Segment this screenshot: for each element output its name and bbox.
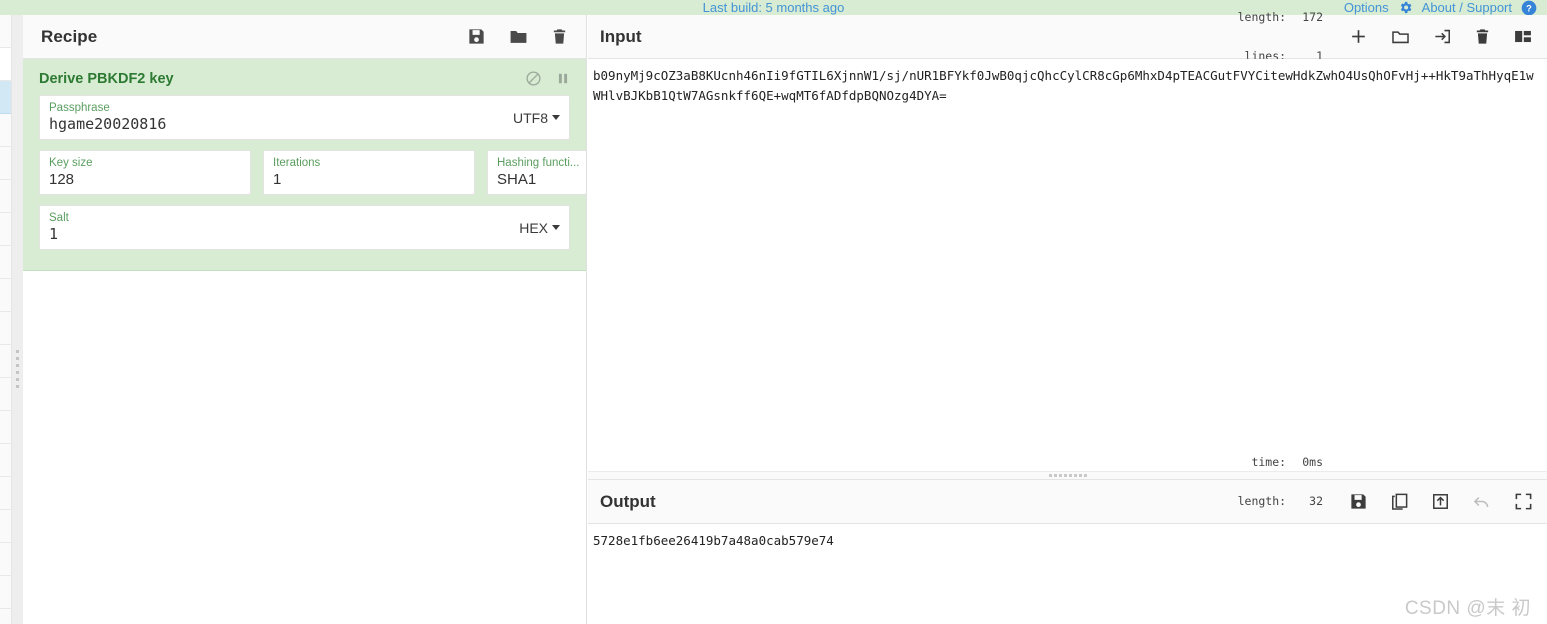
hashing-function-select[interactable]: SHA1 — [497, 170, 580, 189]
input-output-splitter[interactable] — [588, 471, 1547, 480]
passphrase-encoding-dropdown[interactable]: UTF8 — [513, 110, 560, 126]
iterations-input[interactable]: 1 — [273, 170, 465, 189]
maximise-output-icon[interactable] — [1514, 492, 1533, 511]
salt-label: Salt — [49, 212, 69, 224]
operations-list-item[interactable] — [0, 114, 11, 147]
operations-list-item[interactable] — [0, 246, 11, 279]
disable-icon[interactable] — [525, 70, 542, 87]
replace-input-with-output-icon[interactable] — [1431, 492, 1450, 511]
chevron-down-icon — [552, 225, 560, 230]
banner-right-links: Options About / Support ? — [1344, 0, 1537, 15]
splitter-grip-icon[interactable] — [14, 350, 20, 392]
recipe-operation-list[interactable]: Derive PBKDF2 key Passphrase hgame200208… — [23, 59, 586, 624]
output-pane: Output time: 0ms length: 32 lines: 1 — [588, 456, 1547, 624]
operation-arg-row: Passphrase hgame20020816 UTF8 — [23, 95, 586, 150]
operation-arg-row: Salt 1 HEX — [23, 205, 586, 260]
io-column: Input length: 172 lines: 1 b09nyMj9cOZ3a… — [588, 10, 1547, 624]
input-controls — [1349, 27, 1533, 46]
passphrase-label: Passphrase — [49, 102, 110, 114]
operations-list-item[interactable] — [0, 147, 11, 180]
gear-icon[interactable] — [1398, 0, 1413, 15]
save-recipe-icon[interactable] — [467, 27, 486, 46]
cyberchef-app: Last build: 5 months ago Options About /… — [0, 0, 1547, 624]
pause-icon[interactable] — [556, 71, 570, 86]
undo-bake-icon[interactable] — [1472, 492, 1492, 511]
operations-list-item[interactable] — [0, 180, 11, 213]
operation-arg-row: Key size 128 Iterations 1 Hashing functi… — [23, 150, 586, 205]
input-textarea[interactable]: b09nyMj9cOZ3aB8KUcnh46nIi9fGTIL6XjnnW1/s… — [588, 59, 1547, 471]
output-text[interactable]: 5728e1fb6ee26419b7a48a0cab579e74 — [588, 524, 1547, 624]
passphrase-arg[interactable]: Passphrase hgame20020816 UTF8 — [39, 95, 570, 140]
passphrase-encoding-value: UTF8 — [513, 109, 548, 126]
output-length-label: length: — [1237, 494, 1287, 508]
input-header: Input length: 172 lines: 1 — [588, 10, 1547, 62]
hashing-function-arg[interactable]: Hashing functi... SHA1 — [487, 150, 586, 195]
input-length-value: 172 — [1302, 9, 1323, 24]
salt-encoding-dropdown[interactable]: HEX — [519, 220, 560, 236]
operations-list-sliver[interactable] — [0, 15, 12, 624]
output-title: Output — [600, 491, 656, 511]
operations-list-item-selected[interactable] — [0, 81, 11, 114]
iterations-arg[interactable]: Iterations 1 — [263, 150, 475, 195]
operations-list-item[interactable] — [0, 609, 11, 624]
input-length-label: length: — [1237, 9, 1287, 24]
recipe-title: Recipe — [41, 26, 98, 46]
salt-encoding-value: HEX — [519, 219, 548, 236]
question-circle-icon[interactable]: ? — [1521, 0, 1537, 16]
operations-list-item[interactable] — [0, 510, 11, 543]
operations-list-item[interactable] — [0, 279, 11, 312]
recipe-header: Recipe — [23, 15, 586, 59]
key-size-input[interactable]: 128 — [49, 170, 241, 189]
operations-list-item[interactable] — [0, 477, 11, 510]
output-controls — [1349, 492, 1533, 511]
output-header: Output time: 0ms length: 32 lines: 1 — [588, 456, 1547, 547]
operations-list-item[interactable] — [0, 576, 11, 609]
save-output-icon[interactable] — [1349, 492, 1368, 511]
operation-title: Derive PBKDF2 key — [39, 70, 174, 87]
svg-text:?: ? — [1526, 3, 1532, 13]
copy-output-icon[interactable] — [1390, 492, 1409, 511]
operations-list-item[interactable] — [0, 543, 11, 576]
salt-input[interactable]: 1 — [49, 225, 560, 244]
operations-list-item[interactable] — [0, 312, 11, 345]
reset-pane-layout-icon[interactable] — [1513, 27, 1533, 46]
salt-arg[interactable]: Salt 1 HEX — [39, 205, 570, 250]
add-input-tab-icon[interactable] — [1349, 27, 1368, 46]
options-button[interactable]: Options — [1344, 0, 1389, 15]
chevron-down-icon — [552, 115, 560, 120]
operations-list-item[interactable] — [0, 378, 11, 411]
operation-header: Derive PBKDF2 key — [23, 59, 586, 95]
output-time-value: 0ms — [1302, 455, 1323, 469]
iterations-label: Iterations — [273, 157, 321, 169]
operations-list-item[interactable] — [0, 48, 11, 81]
operations-list-item[interactable] — [0, 444, 11, 477]
input-pane: Input length: 172 lines: 1 b09nyMj9cOZ3a… — [588, 10, 1547, 471]
about-support-button[interactable]: About / Support — [1422, 0, 1512, 15]
passphrase-input[interactable]: hgame20020816 — [49, 115, 560, 134]
operations-list-item[interactable] — [0, 15, 11, 48]
operations-list-item[interactable] — [0, 213, 11, 246]
clear-recipe-icon[interactable] — [551, 27, 568, 46]
recipe-operation[interactable]: Derive PBKDF2 key Passphrase hgame200208… — [23, 59, 586, 271]
hashing-function-label: Hashing functi... — [497, 157, 580, 169]
input-title: Input — [600, 26, 642, 46]
clear-input-icon[interactable] — [1474, 27, 1491, 46]
open-file-as-input-icon[interactable] — [1433, 27, 1452, 46]
operations-recipe-splitter[interactable] — [12, 15, 23, 624]
load-recipe-icon[interactable] — [508, 27, 529, 46]
key-size-arg[interactable]: Key size 128 — [39, 150, 251, 195]
open-folder-as-input-icon[interactable] — [1390, 27, 1411, 46]
operation-controls — [525, 70, 570, 87]
output-time-label: time: — [1251, 455, 1287, 469]
output-length-value: 32 — [1309, 494, 1323, 508]
recipe-pane: Recipe Derive PBKDF2 key Passphrase hgam… — [23, 15, 587, 624]
recipe-controls — [467, 27, 568, 46]
key-size-label: Key size — [49, 157, 93, 169]
operations-list-item[interactable] — [0, 345, 11, 378]
operations-list-item[interactable] — [0, 411, 11, 444]
